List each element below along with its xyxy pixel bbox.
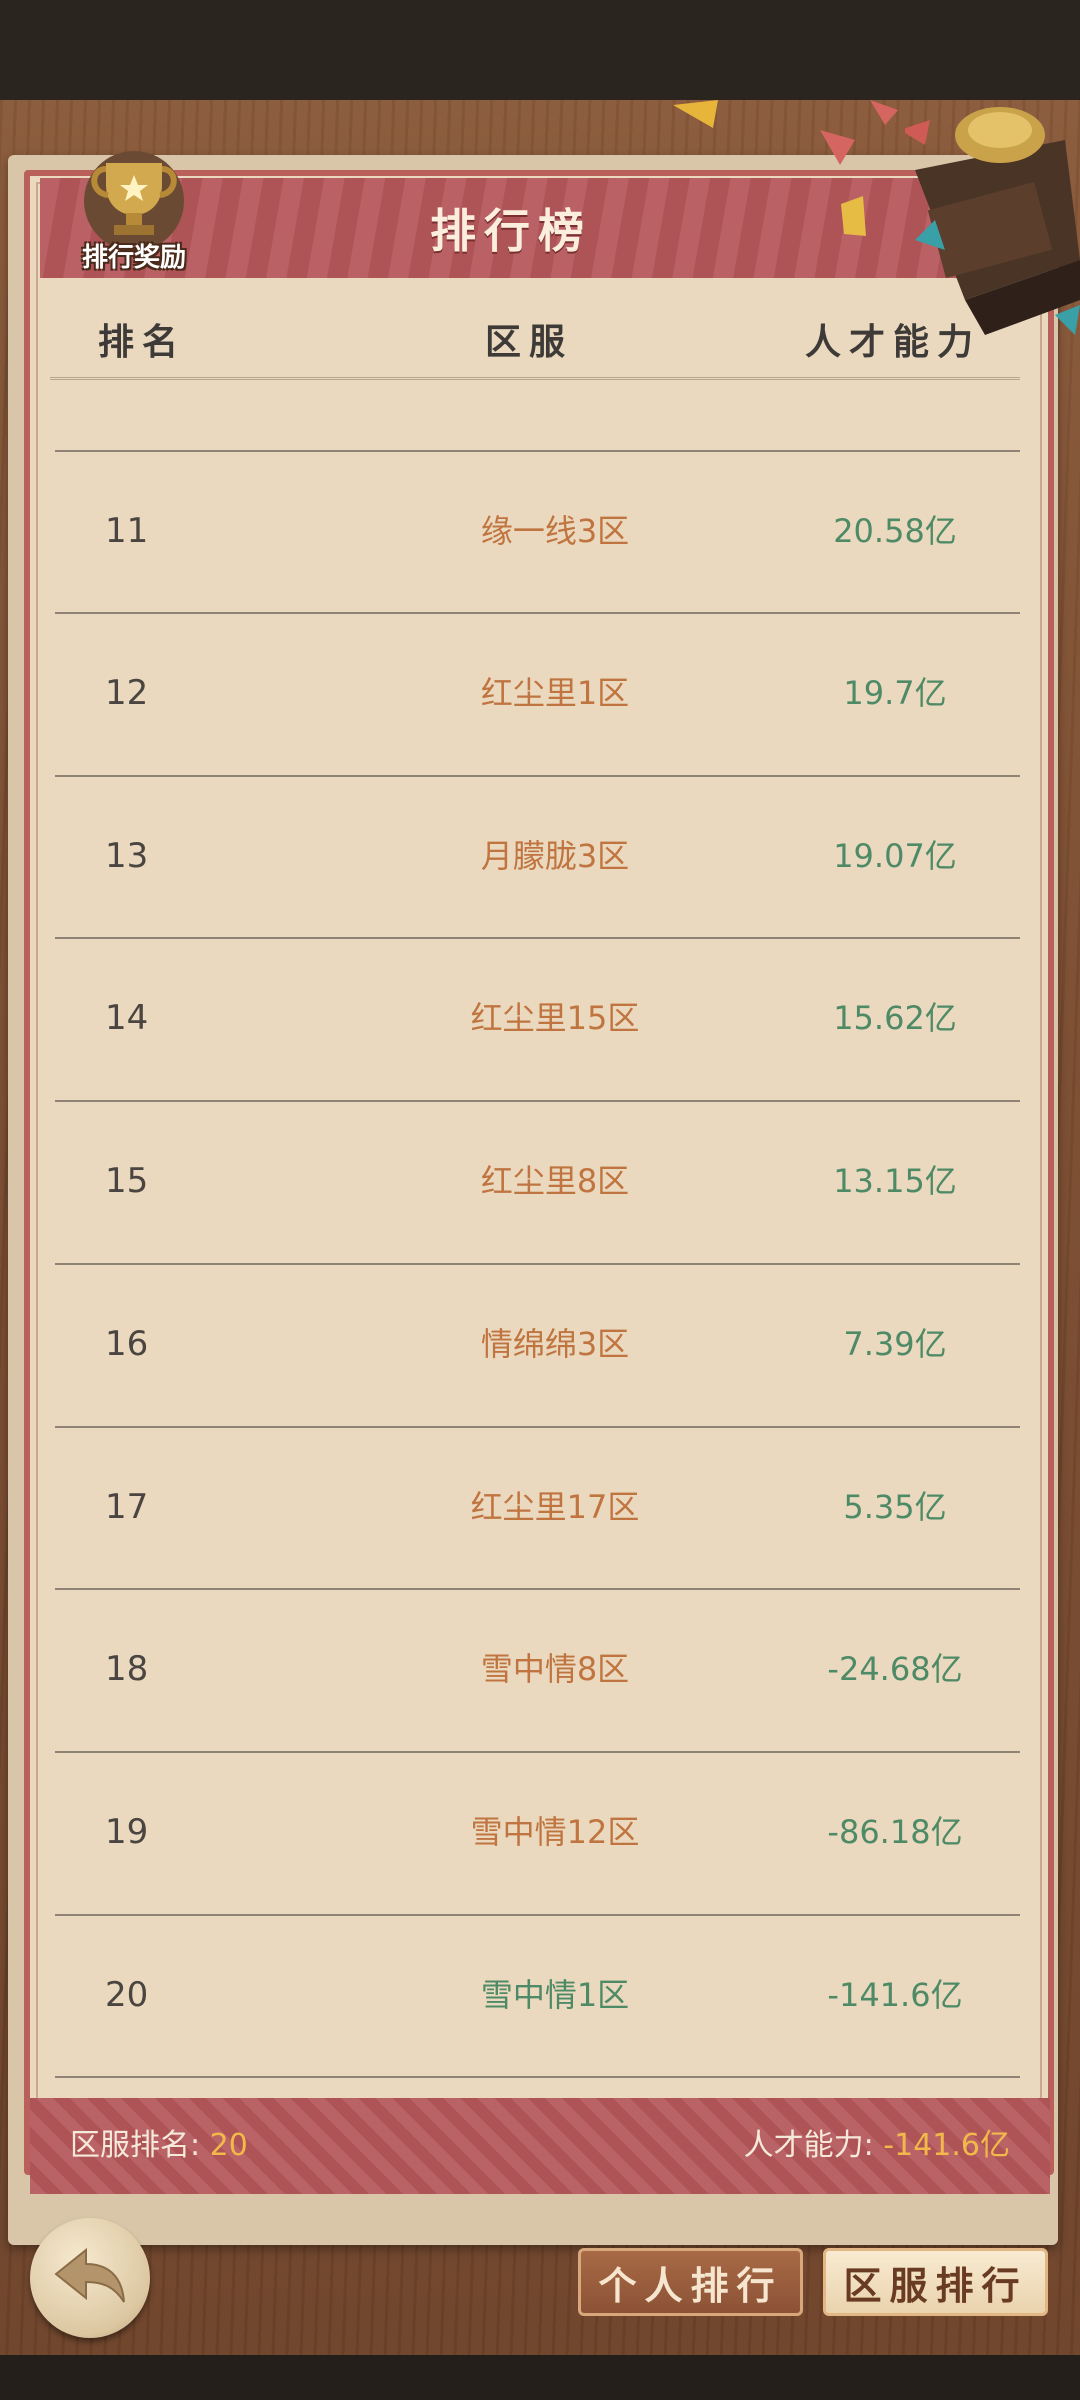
rank-cell: 19 (105, 1812, 149, 1852)
rank-cell: 18 (105, 1649, 149, 1689)
power-cell: 15.62亿 (833, 999, 957, 1037)
power-cell: 5.35亿 (843, 1488, 947, 1526)
power-cell: 19.7亿 (843, 674, 947, 712)
confetti-icon (841, 196, 866, 236)
rank-cell: 17 (105, 1487, 149, 1527)
rank-cell: 13 (105, 836, 149, 876)
power-cell: -86.18亿 (827, 1813, 963, 1851)
rank-cell: 14 (105, 998, 149, 1038)
table-header: 排名 区服 人才能力 (50, 300, 1020, 380)
power-label: 人才能力: (743, 2128, 884, 2163)
column-server: 区服 (485, 321, 574, 363)
table-row: 19 雪中情12区 -86.18亿 (55, 1752, 1020, 1912)
power-cell: 19.07亿 (833, 837, 957, 875)
rank-cell: 16 (105, 1324, 149, 1364)
power-cell: 13.15亿 (833, 1162, 957, 1200)
rank-cell: 11 (105, 511, 149, 551)
table-row: 12 红尘里1区 19.7亿 (55, 613, 1020, 773)
power-cell: 20.58亿 (833, 512, 957, 550)
trophy-icon (84, 151, 184, 245)
power-summary: 人才能力: -141.6亿 (744, 2098, 1010, 2194)
tab-server-ranking[interactable]: 区服排行 (823, 2248, 1048, 2316)
page-title: 排行榜 (430, 204, 592, 258)
table-row: 14 红尘里15区 15.62亿 (55, 938, 1020, 1098)
server-rank-summary: 区服排名: 20 (70, 2098, 248, 2194)
table-row: 11 缘一线3区 20.58亿 (55, 451, 1020, 611)
ranking-reward-button[interactable]: 排行奖励 (64, 145, 204, 285)
power-cell: 7.39亿 (843, 1325, 947, 1363)
server-rank-label: 区服排名: (70, 2128, 210, 2163)
confetti-icon (673, 100, 718, 128)
my-server-summary: 区服排名: 20 人才能力: -141.6亿 (30, 2098, 1050, 2194)
rank-cell: 20 (105, 1975, 149, 2015)
power-cell: -24.68亿 (827, 1650, 963, 1688)
row-divider (55, 2076, 1020, 2078)
tab-personal-ranking[interactable]: 个人排行 (578, 2248, 803, 2316)
status-bar (0, 0, 1080, 100)
back-button[interactable] (30, 2218, 150, 2338)
navigation-bar (0, 2355, 1080, 2400)
table-row: 16 情绵绵3区 7.39亿 (55, 1264, 1020, 1424)
table-row: 17 红尘里17区 5.35亿 (55, 1427, 1020, 1587)
reward-label: 排行奖励 (81, 243, 186, 273)
column-rank: 排名 (98, 321, 187, 363)
table-row: 18 雪中情8区 -24.68亿 (55, 1589, 1020, 1749)
confetti-icon (820, 100, 898, 165)
table-row: 13 月朦胧3区 19.07亿 (55, 776, 1020, 936)
table-row: 15 红尘里8区 13.15亿 (55, 1101, 1020, 1261)
rank-cell: 12 (105, 673, 149, 713)
table-row-own-server: 20 雪中情1区 -141.6亿 (55, 1915, 1020, 2075)
power-value: -141.6亿 (883, 2128, 1010, 2163)
back-arrow-icon (54, 2247, 125, 2303)
power-cell: -141.6亿 (827, 1976, 963, 2014)
server-rank-value: 20 (209, 2128, 248, 2163)
rank-cell: 15 (105, 1161, 149, 1201)
column-power: 人才能力 (805, 321, 982, 363)
